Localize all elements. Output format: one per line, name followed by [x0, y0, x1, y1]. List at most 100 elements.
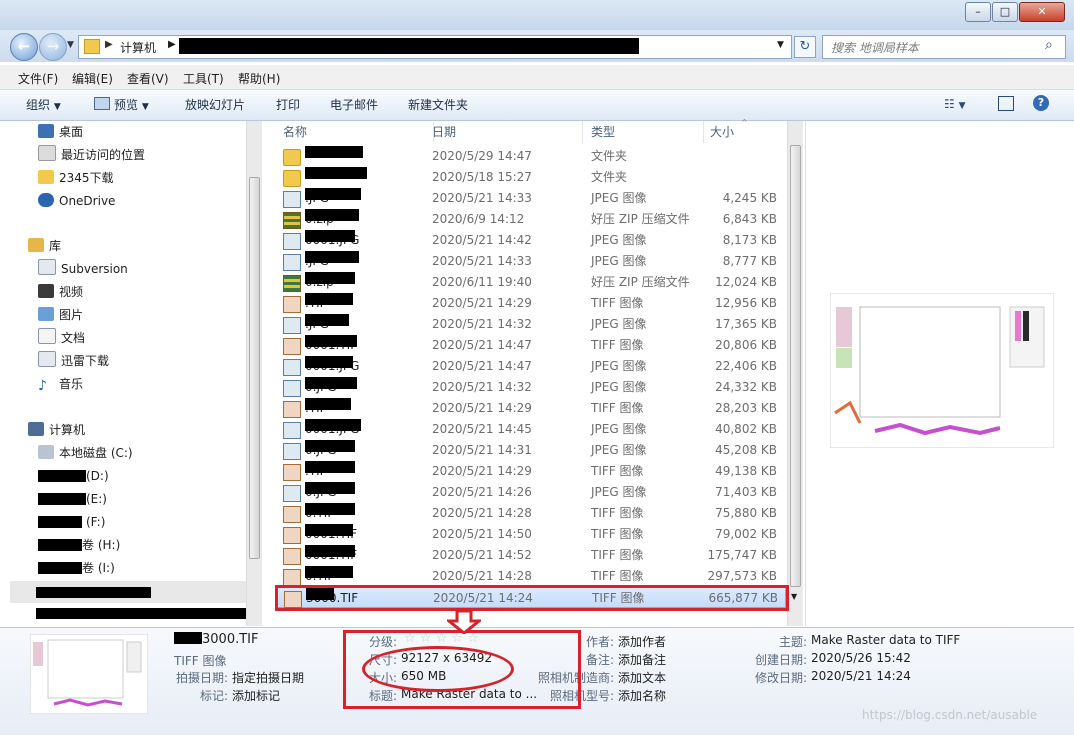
- close-button[interactable]: ✕: [1019, 2, 1065, 22]
- nav-computer[interactable]: 计算机: [28, 419, 85, 441]
- new-folder-button[interactable]: 新建文件夹: [408, 96, 468, 113]
- file-name: 0001.TIF: [305, 335, 357, 356]
- file-row[interactable]: 0.zip 2020/6/9 14:12 好压 ZIP 压缩文件 6,843 KB: [275, 209, 786, 230]
- file-row[interactable]: .JPG 2020/5/21 14:33 JPEG 图像 8,777 KB: [275, 251, 786, 272]
- nav-recent[interactable]: 最近访问的位置: [38, 144, 145, 166]
- file-name: .JPG: [305, 314, 349, 335]
- file-row[interactable]: 2020/5/29 14:47 文件夹: [275, 146, 786, 167]
- filename-text: 3000.TIF: [202, 632, 259, 647]
- slideshow-button[interactable]: 放映幻灯片: [185, 96, 245, 113]
- minimize-button[interactable]: –: [965, 2, 991, 22]
- maximize-button[interactable]: □: [992, 2, 1018, 22]
- nav-drive-e[interactable]: (E:): [38, 488, 107, 510]
- nav-drive-c[interactable]: 本地磁盘 (C:): [38, 442, 133, 464]
- nav-subversion[interactable]: Subversion: [38, 258, 128, 280]
- forward-button[interactable]: →: [39, 33, 67, 61]
- menu-view[interactable]: 查看(V): [127, 70, 169, 87]
- file-row[interactable]: .TIF 2020/5/21 14:29 TIFF 图像 49,138 KB: [275, 461, 786, 482]
- file-row[interactable]: 0001.TIF 2020/5/21 14:52 TIFF 图像 175,747 KB: [275, 545, 786, 566]
- nav-label: 库: [49, 239, 62, 253]
- preview-button[interactable]: 预览 ▼: [94, 96, 149, 113]
- refresh-icon[interactable]: ↻: [794, 36, 816, 58]
- nav-drive-d[interactable]: (D:): [38, 465, 109, 487]
- column-type[interactable]: 类型: [583, 121, 704, 143]
- menu-file[interactable]: 文件(F): [18, 70, 58, 87]
- list-scrollbar[interactable]: ▼: [787, 121, 803, 626]
- maker-value[interactable]: 添加文本: [618, 669, 666, 686]
- file-row[interactable]: 0001.TIF 2020/5/21 14:47 TIFF 图像 20,806 KB: [275, 335, 786, 356]
- file-size: 8,777 KB: [722, 254, 777, 268]
- file-row[interactable]: 0.TIF 2020/5/21 14:28 TIFF 图像 75,880 KB: [275, 503, 786, 524]
- breadcrumb-computer[interactable]: 计算机: [120, 39, 156, 56]
- nav-extra-item[interactable]: [10, 581, 246, 603]
- nav-libraries[interactable]: 库: [28, 235, 61, 257]
- nav-onedrive[interactable]: OneDrive: [38, 190, 115, 212]
- search-icon[interactable]: ⌕: [1045, 37, 1053, 53]
- nav-drive-f[interactable]: (F:): [38, 511, 105, 533]
- nav-music[interactable]: ♪ 音乐: [38, 373, 83, 395]
- preview-pane-toggle-icon[interactable]: [998, 96, 1014, 111]
- file-row[interactable]: .TIF 2020/5/21 14:29 TIFF 图像 12,956 KB: [275, 293, 786, 314]
- file-size: 4,245 KB: [722, 191, 777, 205]
- help-icon[interactable]: ?: [1033, 95, 1049, 111]
- file-row[interactable]: .JPG 2020/5/21 14:33 JPEG 图像 4,245 KB: [275, 188, 786, 209]
- nav-pictures[interactable]: 图片: [38, 304, 83, 326]
- column-date[interactable]: 日期: [425, 121, 583, 143]
- scroll-down-icon[interactable]: ▼: [791, 592, 797, 601]
- address-bar[interactable]: ▶ 计算机 ▶ ▼: [78, 35, 792, 59]
- search-input[interactable]: 搜索 地调局样本 ⌕: [822, 35, 1066, 59]
- nav-drive-h[interactable]: 卷 (H:): [38, 534, 120, 556]
- author-value[interactable]: 添加作者: [618, 633, 666, 650]
- model-value[interactable]: 添加名称: [618, 687, 666, 704]
- computer-icon: [28, 422, 44, 436]
- email-button[interactable]: 电子邮件: [330, 96, 378, 113]
- file-type: JPEG 图像: [591, 485, 647, 499]
- address-dropdown-icon[interactable]: ▼: [777, 40, 784, 50]
- remark-value[interactable]: 添加备注: [618, 651, 666, 668]
- nav-xunlei[interactable]: 迅雷下载: [38, 350, 109, 372]
- file-row[interactable]: 0.JPG 2020/5/21 14:31 JPEG 图像 45,208 KB: [275, 440, 786, 461]
- file-row[interactable]: 0001.JPG 2020/5/21 14:45 JPEG 图像 40,802 KB: [275, 419, 786, 440]
- file-row[interactable]: 2020/5/18 15:27 文件夹: [275, 167, 786, 188]
- file-size: 6,843 KB: [722, 212, 777, 226]
- print-button[interactable]: 打印: [276, 96, 300, 113]
- scrollbar-thumb[interactable]: [790, 145, 801, 587]
- nav-drive-i[interactable]: 卷 (I:): [38, 557, 115, 579]
- file-name: 0001.JPG: [305, 230, 359, 251]
- shot-date-value[interactable]: 指定拍摄日期: [232, 669, 304, 686]
- menu-help[interactable]: 帮助(H): [238, 70, 280, 87]
- command-bar: [0, 90, 1074, 121]
- file-row[interactable]: 0001.JPG 2020/5/21 14:42 JPEG 图像 8,173 KB: [275, 230, 786, 251]
- subject-value[interactable]: Make Raster data to TIFF: [811, 633, 960, 647]
- sort-arrow-icon: ^: [741, 118, 748, 127]
- file-row[interactable]: 0.JPG 2020/5/21 14:26 JPEG 图像 71,403 KB: [275, 482, 786, 503]
- file-row[interactable]: 0001.JPG 2020/5/21 14:47 JPEG 图像 22,406 KB: [275, 356, 786, 377]
- image-file-icon: [283, 569, 301, 586]
- created-value: 2020/5/26 15:42: [811, 651, 911, 665]
- redacted-label: [38, 516, 82, 528]
- tags-value[interactable]: 添加标记: [232, 687, 280, 704]
- organize-button[interactable]: 组织 ▼: [26, 96, 61, 113]
- history-dropdown-icon[interactable]: ▼: [67, 40, 74, 50]
- view-options-icon[interactable]: ☷ ▼: [944, 97, 966, 111]
- nav-videos[interactable]: 视频: [38, 281, 83, 303]
- nav-2345-download[interactable]: 2345下载: [38, 167, 114, 189]
- file-row[interactable]: .TIF 2020/5/21 14:29 TIFF 图像 28,203 KB: [275, 398, 786, 419]
- menu-edit[interactable]: 编辑(E): [72, 70, 113, 87]
- file-row[interactable]: 0.JPG 2020/5/21 14:32 JPEG 图像 24,332 KB: [275, 377, 786, 398]
- menu-tools[interactable]: 工具(T): [183, 70, 224, 87]
- nav-desktop[interactable]: 桌面: [38, 121, 83, 143]
- nav-documents[interactable]: 文档: [38, 327, 85, 349]
- nav-scrollbar[interactable]: [246, 121, 262, 626]
- breadcrumb-arrow-icon[interactable]: ▶: [168, 39, 176, 50]
- file-row[interactable]: 0.zip 2020/6/11 19:40 好压 ZIP 压缩文件 12,024 KB: [275, 272, 786, 293]
- column-name[interactable]: 名称: [275, 121, 434, 143]
- zip-file-icon: [283, 275, 301, 292]
- breadcrumb-arrow-icon[interactable]: ▶: [105, 39, 113, 50]
- back-button[interactable]: ←: [10, 33, 38, 61]
- scrollbar-thumb[interactable]: [249, 177, 260, 559]
- file-row[interactable]: 0.TIF 2020/5/21 14:28 TIFF 图像 297,573 KB: [275, 566, 786, 587]
- redacted-label: [38, 470, 86, 482]
- file-row[interactable]: .JPG 2020/5/21 14:32 JPEG 图像 17,365 KB: [275, 314, 786, 335]
- file-row[interactable]: 0001.TIF 2020/5/21 14:50 TIFF 图像 79,002 KB: [275, 524, 786, 545]
